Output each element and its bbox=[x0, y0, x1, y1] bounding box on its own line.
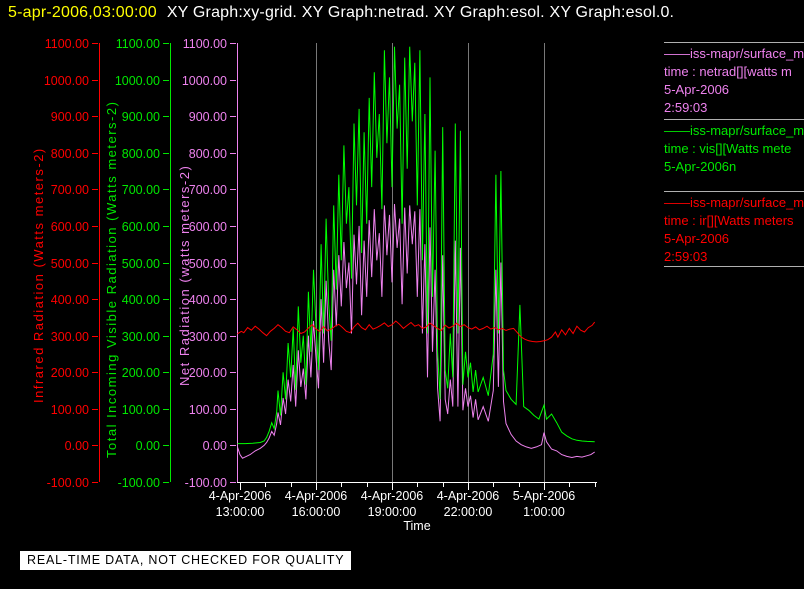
y-tick-label: 800.00 bbox=[51, 147, 89, 161]
series-line-ir bbox=[237, 320, 596, 343]
y-tick-label: 100.00 bbox=[122, 403, 160, 417]
legend-entry-line: time : vis[][Watts mete bbox=[664, 141, 792, 156]
x-axis-title: Time bbox=[403, 519, 431, 533]
y-tick-label: 0.00 bbox=[136, 439, 160, 453]
x-tick-date-label: 4-Apr-2006 bbox=[209, 489, 272, 503]
y-tick-label: 0.00 bbox=[65, 439, 89, 453]
x-tick-date-label: 5-Apr-2006 bbox=[513, 489, 576, 503]
legend-entry-line: 5-Apr-2006 bbox=[664, 231, 730, 246]
y-tick-label: 700.00 bbox=[51, 183, 89, 197]
y-tick-label: 100.00 bbox=[189, 403, 227, 417]
legend-entry-vis: ——iss-mapr/surface_mtime : vis[][Watts m… bbox=[664, 120, 804, 191]
legend-entry-line: 2:59:03 bbox=[664, 249, 708, 264]
legend-entry-line: ——iss-mapr/surface_m bbox=[664, 46, 804, 61]
y-tick-label: 1000.00 bbox=[182, 74, 227, 88]
y-axis-netrad: 1100.00 1000.00 900.00 800.00 700.00 600.00 50… bbox=[182, 37, 238, 490]
y-tick-label: 600.00 bbox=[51, 220, 89, 234]
y-tick-label: 1100.00 bbox=[45, 37, 89, 51]
legend-entry-line: 2:59:03 bbox=[664, 100, 708, 115]
y-tick-label: 900.00 bbox=[122, 110, 160, 124]
legend-entry-line: ——iss-mapr/surface_m bbox=[664, 195, 804, 210]
legend-entry-line: time : netrad[][watts m bbox=[664, 64, 792, 79]
y-tick-label: -100.00 bbox=[185, 476, 227, 490]
series-line-netrad bbox=[237, 203, 595, 459]
x-tick-time-label: 16:00:00 bbox=[292, 505, 341, 519]
legend-entry-netrad: ——iss-mapr/surface_mtime : netrad[][watt… bbox=[664, 43, 804, 119]
y-axis-vis: 1100.00 1000.00 900.00 800.00 700.00 600.00 50… bbox=[115, 37, 171, 490]
x-tick-time-label: 22:00:00 bbox=[444, 505, 493, 519]
y-tick-label: 600.00 bbox=[122, 220, 160, 234]
y-tick-label: 300.00 bbox=[189, 330, 227, 344]
y-tick-label: 300.00 bbox=[122, 330, 160, 344]
y-axis-ir: 1100.00 1000.00 900.00 800.00 700.00 600.00 50… bbox=[44, 37, 100, 490]
y-tick-label: 200.00 bbox=[189, 366, 227, 380]
x-tick-date-label: 4-Apr-2006 bbox=[285, 489, 348, 503]
quality-banner: REAL-TIME DATA, NOT CHECKED FOR QUALITY bbox=[20, 551, 352, 570]
legend-entry-line: ——iss-mapr/surface_m bbox=[664, 123, 804, 138]
y-tick-label: 900.00 bbox=[51, 110, 89, 124]
y-tick-label: 0.00 bbox=[203, 439, 227, 453]
y-tick-label: 100.00 bbox=[51, 403, 89, 417]
y-tick-label: 1100.00 bbox=[116, 37, 160, 51]
x-tick-time-label: 13:00:00 bbox=[216, 505, 265, 519]
x-tick-time-label: 1:00:00 bbox=[523, 505, 565, 519]
legend-entry-line: 5-Apr-2006 bbox=[664, 82, 730, 97]
y-tick-label: 200.00 bbox=[122, 366, 160, 380]
y-tick-label: 400.00 bbox=[122, 293, 160, 307]
y-tick-label: 500.00 bbox=[122, 257, 160, 271]
legend-entry-line: time : ir[][Watts meters bbox=[664, 213, 794, 228]
y-tick-label: 600.00 bbox=[189, 220, 227, 234]
legend: ——iss-mapr/surface_mtime : netrad[][watt… bbox=[664, 42, 804, 267]
graph-window: 5-apr-2006,03:00:00 XY Graph:xy-grid. XY … bbox=[0, 0, 804, 589]
y-tick-label: 300.00 bbox=[51, 330, 89, 344]
y-tick-label: 500.00 bbox=[51, 257, 89, 271]
legend-entry-ir: ——iss-mapr/surface_mtime : ir[][Watts me… bbox=[664, 192, 804, 266]
x-axis: 4-Apr-2006 13:00:00 4-Apr-2006 16:00:00 4-Ap… bbox=[209, 482, 597, 519]
y-tick-label: 900.00 bbox=[189, 110, 227, 124]
y-tick-label: 1000.00 bbox=[115, 74, 160, 88]
x-tick-time-label: 19:00:00 bbox=[368, 505, 417, 519]
y-tick-label: 400.00 bbox=[189, 293, 227, 307]
y-tick-label: 1000.00 bbox=[44, 74, 89, 88]
y-tick-label: 400.00 bbox=[51, 293, 89, 307]
y-tick-label: 200.00 bbox=[51, 366, 89, 380]
y-tick-label: 1100.00 bbox=[183, 37, 227, 51]
x-tick-date-label: 4-Apr-2006 bbox=[361, 489, 424, 503]
y-tick-label: -100.00 bbox=[118, 476, 160, 490]
y-tick-label: 800.00 bbox=[189, 147, 227, 161]
y-tick-label: 700.00 bbox=[189, 183, 227, 197]
legend-entry-line: 5-Apr-2006n bbox=[664, 159, 737, 174]
y-tick-label: 800.00 bbox=[122, 147, 160, 161]
x-tick-date-label: 4-Apr-2006 bbox=[437, 489, 500, 503]
y-tick-label: -100.00 bbox=[47, 476, 89, 490]
y-tick-label: 700.00 bbox=[122, 183, 160, 197]
legend-divider bbox=[664, 266, 804, 267]
y-tick-label: 500.00 bbox=[189, 257, 227, 271]
